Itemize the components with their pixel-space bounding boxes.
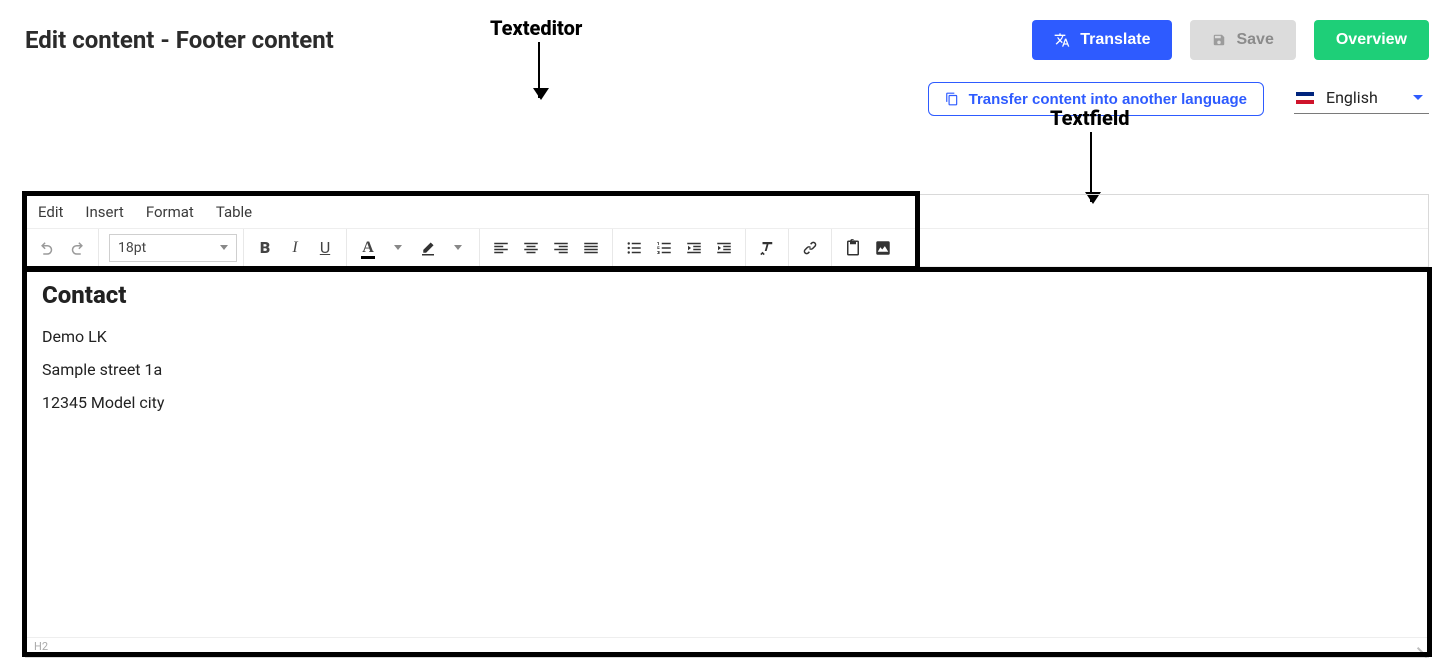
menu-edit[interactable]: Edit (38, 203, 63, 221)
translate-icon (1054, 32, 1070, 48)
save-button: Save (1190, 20, 1295, 60)
underline-button[interactable]: U (310, 233, 340, 263)
text-color-button[interactable]: A (353, 233, 383, 263)
outdent-button[interactable] (679, 233, 709, 263)
outdent-icon (685, 239, 703, 257)
indent-button[interactable] (709, 233, 739, 263)
align-center-button[interactable] (516, 233, 546, 263)
uk-flag-icon (1296, 92, 1314, 104)
clear-format-button[interactable] (752, 233, 782, 263)
content-line[interactable]: 12345 Model city (42, 393, 1412, 412)
numbered-list-button[interactable] (649, 233, 679, 263)
link-icon (801, 239, 819, 257)
content-heading[interactable]: Contact (42, 281, 1412, 309)
page-title: Edit content - Footer content (25, 26, 334, 54)
top-actions: Translate Save Overview (1032, 20, 1429, 60)
menu-table[interactable]: Table (216, 203, 252, 221)
overview-button[interactable]: Overview (1314, 20, 1429, 60)
editor-content-area[interactable]: Contact Demo LK Sample street 1a 12345 M… (26, 267, 1428, 637)
font-size-select[interactable]: 18pt (109, 234, 237, 262)
highlight-color-button[interactable] (413, 233, 443, 263)
paste-button[interactable] (838, 233, 868, 263)
italic-icon: I (292, 239, 297, 257)
statusbar-path: H2 (34, 640, 48, 653)
image-icon (874, 239, 892, 257)
align-left-button[interactable] (486, 233, 516, 263)
content-line[interactable]: Demo LK (42, 327, 1412, 346)
align-justify-button[interactable] (576, 233, 606, 263)
highlight-color-dropdown[interactable] (443, 233, 473, 263)
numbered-list-icon (655, 239, 673, 257)
image-button[interactable] (868, 233, 898, 263)
chevron-down-icon (1413, 95, 1423, 100)
undo-button[interactable] (32, 233, 62, 263)
resize-handle[interactable] (1414, 643, 1426, 655)
indent-icon (715, 239, 733, 257)
bold-button[interactable]: B (250, 233, 280, 263)
align-right-button[interactable] (546, 233, 576, 263)
translate-button[interactable]: Translate (1032, 20, 1172, 60)
clear-format-icon (758, 239, 776, 257)
align-justify-icon (582, 239, 600, 257)
align-left-icon (492, 239, 510, 257)
undo-icon (38, 239, 56, 257)
redo-button[interactable] (62, 233, 92, 263)
annotation-texteditor: Texteditor (490, 16, 582, 40)
clipboard-icon (844, 239, 862, 257)
save-label: Save (1236, 31, 1273, 49)
arrow-down-icon (538, 42, 540, 98)
chevron-down-icon (394, 245, 402, 250)
italic-button[interactable]: I (280, 233, 310, 263)
content-line[interactable]: Sample street 1a (42, 360, 1412, 379)
language-select[interactable]: English (1294, 84, 1429, 114)
arrow-down-icon (1090, 132, 1092, 202)
align-center-icon (522, 239, 540, 257)
link-button[interactable] (795, 233, 825, 263)
menu-format[interactable]: Format (146, 203, 194, 221)
underline-icon: U (320, 238, 330, 257)
highlight-icon (419, 239, 437, 257)
editor-toolbar: 18pt B I U A (26, 229, 1428, 267)
translate-label: Translate (1080, 31, 1150, 49)
font-size-value: 18pt (118, 240, 146, 256)
text-color-icon: A (362, 239, 374, 257)
text-color-dropdown[interactable] (383, 233, 413, 263)
save-icon (1212, 33, 1226, 47)
text-editor: Edit Insert Format Table 18pt B I U (25, 194, 1429, 658)
editor-menubar: Edit Insert Format Table (26, 195, 1428, 229)
language-label: English (1326, 88, 1378, 107)
bold-icon: B (260, 238, 270, 257)
chevron-down-icon (454, 245, 462, 250)
editor-statusbar: H2 (26, 637, 1428, 657)
chevron-down-icon (220, 245, 228, 250)
redo-icon (68, 239, 86, 257)
menu-insert[interactable]: Insert (85, 203, 123, 221)
overview-label: Overview (1336, 31, 1407, 49)
annotation-textfield: Textfield (1050, 106, 1130, 130)
align-right-icon (552, 239, 570, 257)
transfer-label: Transfer content into another language (969, 91, 1247, 108)
bullet-list-button[interactable] (619, 233, 649, 263)
bullet-list-icon (625, 239, 643, 257)
copy-icon (945, 92, 959, 106)
